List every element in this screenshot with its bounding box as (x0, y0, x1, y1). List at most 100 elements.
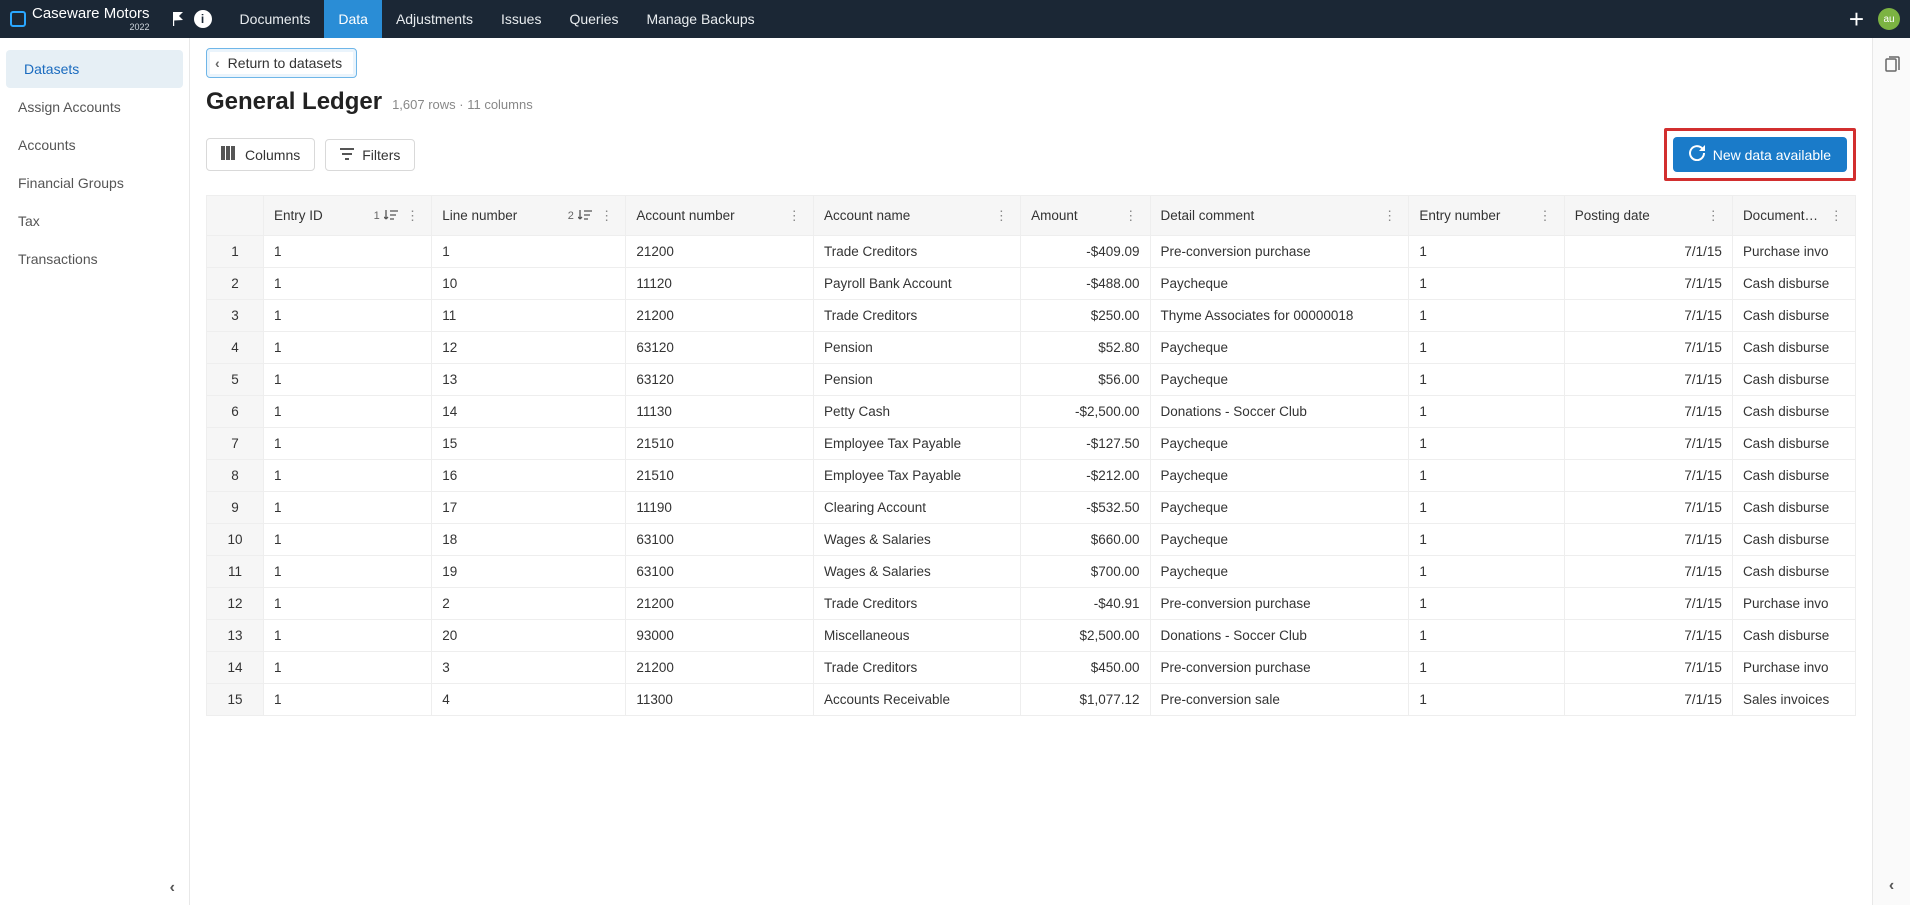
cell-posting-date: 7/1/15 (1564, 588, 1732, 620)
column-header-detail-comment[interactable]: Detail comment⋮ (1150, 196, 1409, 236)
row-number: 10 (207, 524, 264, 556)
column-header-posting-date[interactable]: Posting date⋮ (1564, 196, 1732, 236)
topnav-item-queries[interactable]: Queries (555, 0, 632, 38)
return-to-datasets-button[interactable]: ‹ Return to datasets (206, 48, 357, 78)
table-row[interactable]: 511363120Pension$56.00Paycheque17/1/15Ca… (207, 364, 1856, 396)
column-menu-icon[interactable]: ⋮ (1381, 208, 1399, 224)
avatar[interactable]: au (1878, 8, 1900, 30)
table-row[interactable]: 11121200Trade Creditors-$409.09Pre-conve… (207, 236, 1856, 268)
flag-icon[interactable] (170, 11, 186, 27)
row-number: 15 (207, 684, 264, 716)
cell-account-name: Employee Tax Payable (814, 460, 1021, 492)
columns-label: Columns (245, 147, 300, 163)
new-data-available-button[interactable]: New data available (1673, 137, 1847, 172)
table-row[interactable]: 311121200Trade Creditors$250.00Thyme Ass… (207, 300, 1856, 332)
table-row[interactable]: 711521510Employee Tax Payable-$127.50Pay… (207, 428, 1856, 460)
cell-entry-number: 1 (1409, 620, 1564, 652)
row-number: 6 (207, 396, 264, 428)
column-menu-icon[interactable]: ⋮ (1704, 208, 1722, 224)
table-row[interactable]: 211011120Payroll Bank Account-$488.00Pay… (207, 268, 1856, 300)
column-menu-icon[interactable]: ⋮ (404, 208, 422, 224)
cell-account-name: Wages & Salaries (814, 524, 1021, 556)
table-row[interactable]: 141321200Trade Creditors$450.00Pre-conve… (207, 652, 1856, 684)
topnav-item-adjustments[interactable]: Adjustments (382, 0, 487, 38)
data-grid[interactable]: Entry ID1⋮Line number2⋮Account number⋮Ac… (206, 195, 1856, 895)
cell-entry-number: 1 (1409, 236, 1564, 268)
cell-detail-comment: Paycheque (1150, 492, 1409, 524)
column-label: Account number (636, 208, 779, 223)
cell-document-type: Cash disburse (1732, 460, 1855, 492)
cell-detail-comment: Pre-conversion purchase (1150, 652, 1409, 684)
column-header-account-name[interactable]: Account name⋮ (814, 196, 1021, 236)
cell-document-type: Cash disburse (1732, 300, 1855, 332)
column-header-line-number[interactable]: Line number2⋮ (432, 196, 626, 236)
cell-account-name: Miscellaneous (814, 620, 1021, 652)
cell-entry-id: 1 (263, 492, 431, 524)
cell-entry-id: 1 (263, 428, 431, 460)
cell-document-type: Purchase invo (1732, 652, 1855, 684)
page-title: General Ledger (206, 88, 382, 116)
table-row[interactable]: 121221200Trade Creditors-$40.91Pre-conve… (207, 588, 1856, 620)
cell-entry-id: 1 (263, 396, 431, 428)
cell-detail-comment: Paycheque (1150, 460, 1409, 492)
row-number: 5 (207, 364, 264, 396)
row-number: 2 (207, 268, 264, 300)
add-icon[interactable]: + (1849, 4, 1864, 35)
column-menu-icon[interactable]: ⋮ (598, 208, 616, 224)
filter-icon (340, 147, 354, 163)
table-row[interactable]: 411263120Pension$52.80Paycheque17/1/15Ca… (207, 332, 1856, 364)
cell-account-name: Trade Creditors (814, 300, 1021, 332)
column-header-entry-id[interactable]: Entry ID1⋮ (263, 196, 431, 236)
cell-entry-id: 1 (263, 332, 431, 364)
cell-account-name: Petty Cash (814, 396, 1021, 428)
cell-amount: $1,077.12 (1021, 684, 1150, 716)
topnav-item-manage-backups[interactable]: Manage Backups (632, 0, 768, 38)
cell-posting-date: 7/1/15 (1564, 332, 1732, 364)
right-rail-collapse-icon[interactable]: ‹ (1889, 867, 1894, 905)
sidebar-item-tax[interactable]: Tax (0, 202, 189, 240)
table-row[interactable]: 151411300Accounts Receivable$1,077.12Pre… (207, 684, 1856, 716)
refresh-highlight: New data available (1664, 128, 1856, 181)
column-header-account-number[interactable]: Account number ⋮ (626, 196, 814, 236)
sidebar-collapse-icon[interactable]: ‹ (0, 871, 189, 905)
table-row[interactable]: 611411130Petty Cash-$2,500.00Donations -… (207, 396, 1856, 428)
sidebar-item-assign-accounts[interactable]: Assign Accounts (0, 88, 189, 126)
column-header-amount[interactable]: Amount ⋮ (1021, 196, 1150, 236)
brand[interactable]: Caseware Motors 2022 (10, 6, 150, 32)
table-row[interactable]: 1111963100Wages & Salaries$700.00Paycheq… (207, 556, 1856, 588)
cell-entry-number: 1 (1409, 268, 1564, 300)
table-row[interactable]: 911711190Clearing Account-$532.50Paycheq… (207, 492, 1856, 524)
column-menu-icon[interactable]: ⋮ (993, 208, 1011, 224)
column-menu-icon[interactable]: ⋮ (786, 208, 804, 224)
column-menu-icon[interactable]: ⋮ (1536, 208, 1554, 224)
sidebar-item-accounts[interactable]: Accounts (0, 126, 189, 164)
cell-line-number: 17 (432, 492, 626, 524)
columns-button[interactable]: Columns (206, 138, 315, 171)
column-menu-icon[interactable]: ⋮ (1828, 208, 1846, 224)
sidebar-item-transactions[interactable]: Transactions (0, 240, 189, 278)
table-row[interactable]: 1011863100Wages & Salaries$660.00Paycheq… (207, 524, 1856, 556)
table-row[interactable]: 1312093000Miscellaneous$2,500.00Donation… (207, 620, 1856, 652)
copy-icon[interactable] (1883, 56, 1901, 77)
cell-account-name: Trade Creditors (814, 236, 1021, 268)
cell-amount: -$488.00 (1021, 268, 1150, 300)
topnav-item-issues[interactable]: Issues (487, 0, 555, 38)
column-menu-icon[interactable]: ⋮ (1122, 208, 1140, 224)
cell-entry-id: 1 (263, 684, 431, 716)
cell-line-number: 12 (432, 332, 626, 364)
column-label: Amount (1031, 208, 1116, 223)
info-icon[interactable]: i (194, 10, 212, 28)
column-header-entry-number[interactable]: Entry number⋮ (1409, 196, 1564, 236)
cell-entry-number: 1 (1409, 588, 1564, 620)
column-header-document-type[interactable]: Document type⋮ (1732, 196, 1855, 236)
topnav-item-data[interactable]: Data (324, 0, 382, 38)
table-row[interactable]: 811621510Employee Tax Payable-$212.00Pay… (207, 460, 1856, 492)
topnav-item-documents[interactable]: Documents (226, 0, 325, 38)
sidebar-item-financial-groups[interactable]: Financial Groups (0, 164, 189, 202)
cell-entry-id: 1 (263, 364, 431, 396)
sidebar-item-datasets[interactable]: Datasets (6, 50, 183, 88)
filters-button[interactable]: Filters (325, 139, 415, 171)
cell-line-number: 15 (432, 428, 626, 460)
cell-posting-date: 7/1/15 (1564, 524, 1732, 556)
cell-detail-comment: Pre-conversion purchase (1150, 588, 1409, 620)
